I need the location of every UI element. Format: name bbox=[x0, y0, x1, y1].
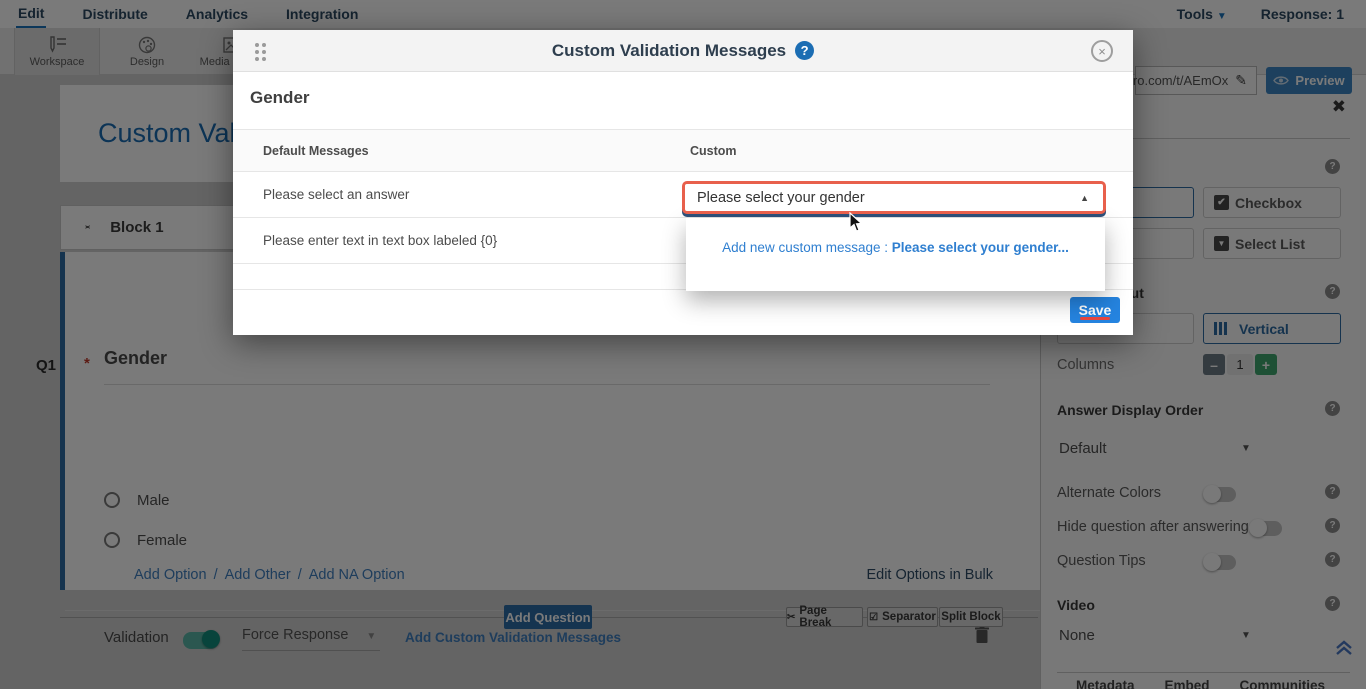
modal-table-header: Default Messages Custom bbox=[233, 129, 1133, 172]
modal-close-icon[interactable]: × bbox=[1091, 40, 1113, 62]
add-new-custom-message-option[interactable]: Add new custom message : Please select y… bbox=[686, 240, 1105, 255]
chevron-up-icon: ▲ bbox=[1080, 193, 1089, 203]
custom-message-value: Please select your gender bbox=[697, 190, 865, 206]
custom-message-dropdown: Add new custom message : Please select y… bbox=[686, 218, 1105, 291]
save-button[interactable]: Save bbox=[1070, 297, 1120, 323]
custom-message-select[interactable]: Please select your gender ▲ bbox=[682, 181, 1106, 214]
default-message-text: Please enter text in text box labeled {0… bbox=[263, 233, 497, 248]
column-custom: Custom bbox=[690, 144, 737, 158]
column-default-messages: Default Messages bbox=[263, 144, 369, 158]
modal-title: Custom Validation Messages bbox=[552, 41, 786, 61]
default-message-text: Please select an answer bbox=[263, 187, 409, 202]
modal-header: Custom Validation Messages ? × bbox=[233, 30, 1133, 72]
drag-handle-icon[interactable] bbox=[255, 43, 266, 61]
modal-question-title: Gender bbox=[250, 88, 310, 108]
custom-validation-messages-modal: Custom Validation Messages ? × Gender De… bbox=[233, 30, 1133, 335]
modal-help-icon[interactable]: ? bbox=[795, 41, 814, 60]
mouse-cursor bbox=[849, 212, 863, 238]
